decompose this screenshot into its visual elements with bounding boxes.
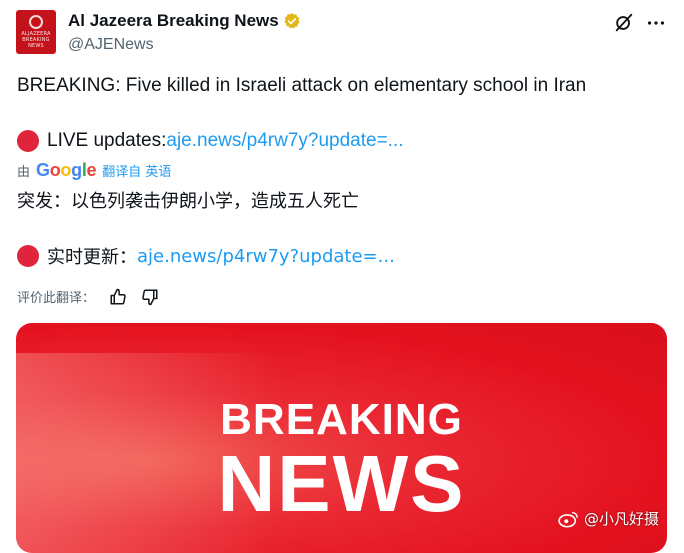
more-icon[interactable]	[645, 12, 667, 34]
live-updates-label: LIVE updates:	[47, 130, 167, 151]
translated-by-prefix: 由	[17, 165, 31, 180]
tweet-headline: BREAKING: Five killed in Israeli attack …	[17, 75, 587, 96]
grok-icon[interactable]	[613, 12, 635, 34]
avatar-text: ALJAZEERA BREAKING NEWS	[21, 31, 51, 49]
account-name-row: Al Jazeera Breaking News	[68, 11, 301, 31]
translated-live-line: 实时更新： aje.news/p4rw7y?update=...	[17, 243, 395, 269]
red-circle-emoji-icon	[17, 130, 39, 152]
watermark-text: @小凡好摄	[584, 510, 660, 528]
weibo-icon	[558, 511, 578, 527]
translated-live-link[interactable]: aje.news/p4rw7y?update=...	[137, 246, 395, 267]
verified-badge-icon[interactable]	[283, 12, 301, 30]
translated-headline: 突发：以色列袭击伊朗小学，造成五人死亡	[17, 191, 359, 212]
account-handle[interactable]: @AJENews	[68, 36, 154, 54]
display-name[interactable]: Al Jazeera Breaking News	[68, 11, 279, 31]
live-updates-link[interactable]: aje.news/p4rw7y?update=...	[166, 130, 403, 152]
translated-live-label: 实时更新：	[47, 247, 137, 268]
google-logo: Google	[36, 160, 97, 180]
live-updates-line: LIVE updates: aje.news/p4rw7y?update=...	[17, 130, 404, 152]
translation-attribution: 由 Google 翻译自 英语	[17, 160, 171, 181]
thumbs-down-icon[interactable]	[141, 288, 159, 306]
red-circle-emoji-icon	[17, 245, 39, 267]
avatar[interactable]: ALJAZEERA BREAKING NEWS	[16, 10, 56, 54]
translated-from-link[interactable]: 翻译自 英语	[102, 161, 171, 180]
rate-translation-row: 评价此翻译：	[17, 287, 159, 306]
weibo-watermark: @小凡好摄	[558, 508, 659, 529]
rate-translation-label: 评价此翻译：	[17, 291, 96, 306]
thumbs-up-icon[interactable]	[109, 288, 127, 306]
aljazeera-logo-icon	[29, 15, 43, 29]
